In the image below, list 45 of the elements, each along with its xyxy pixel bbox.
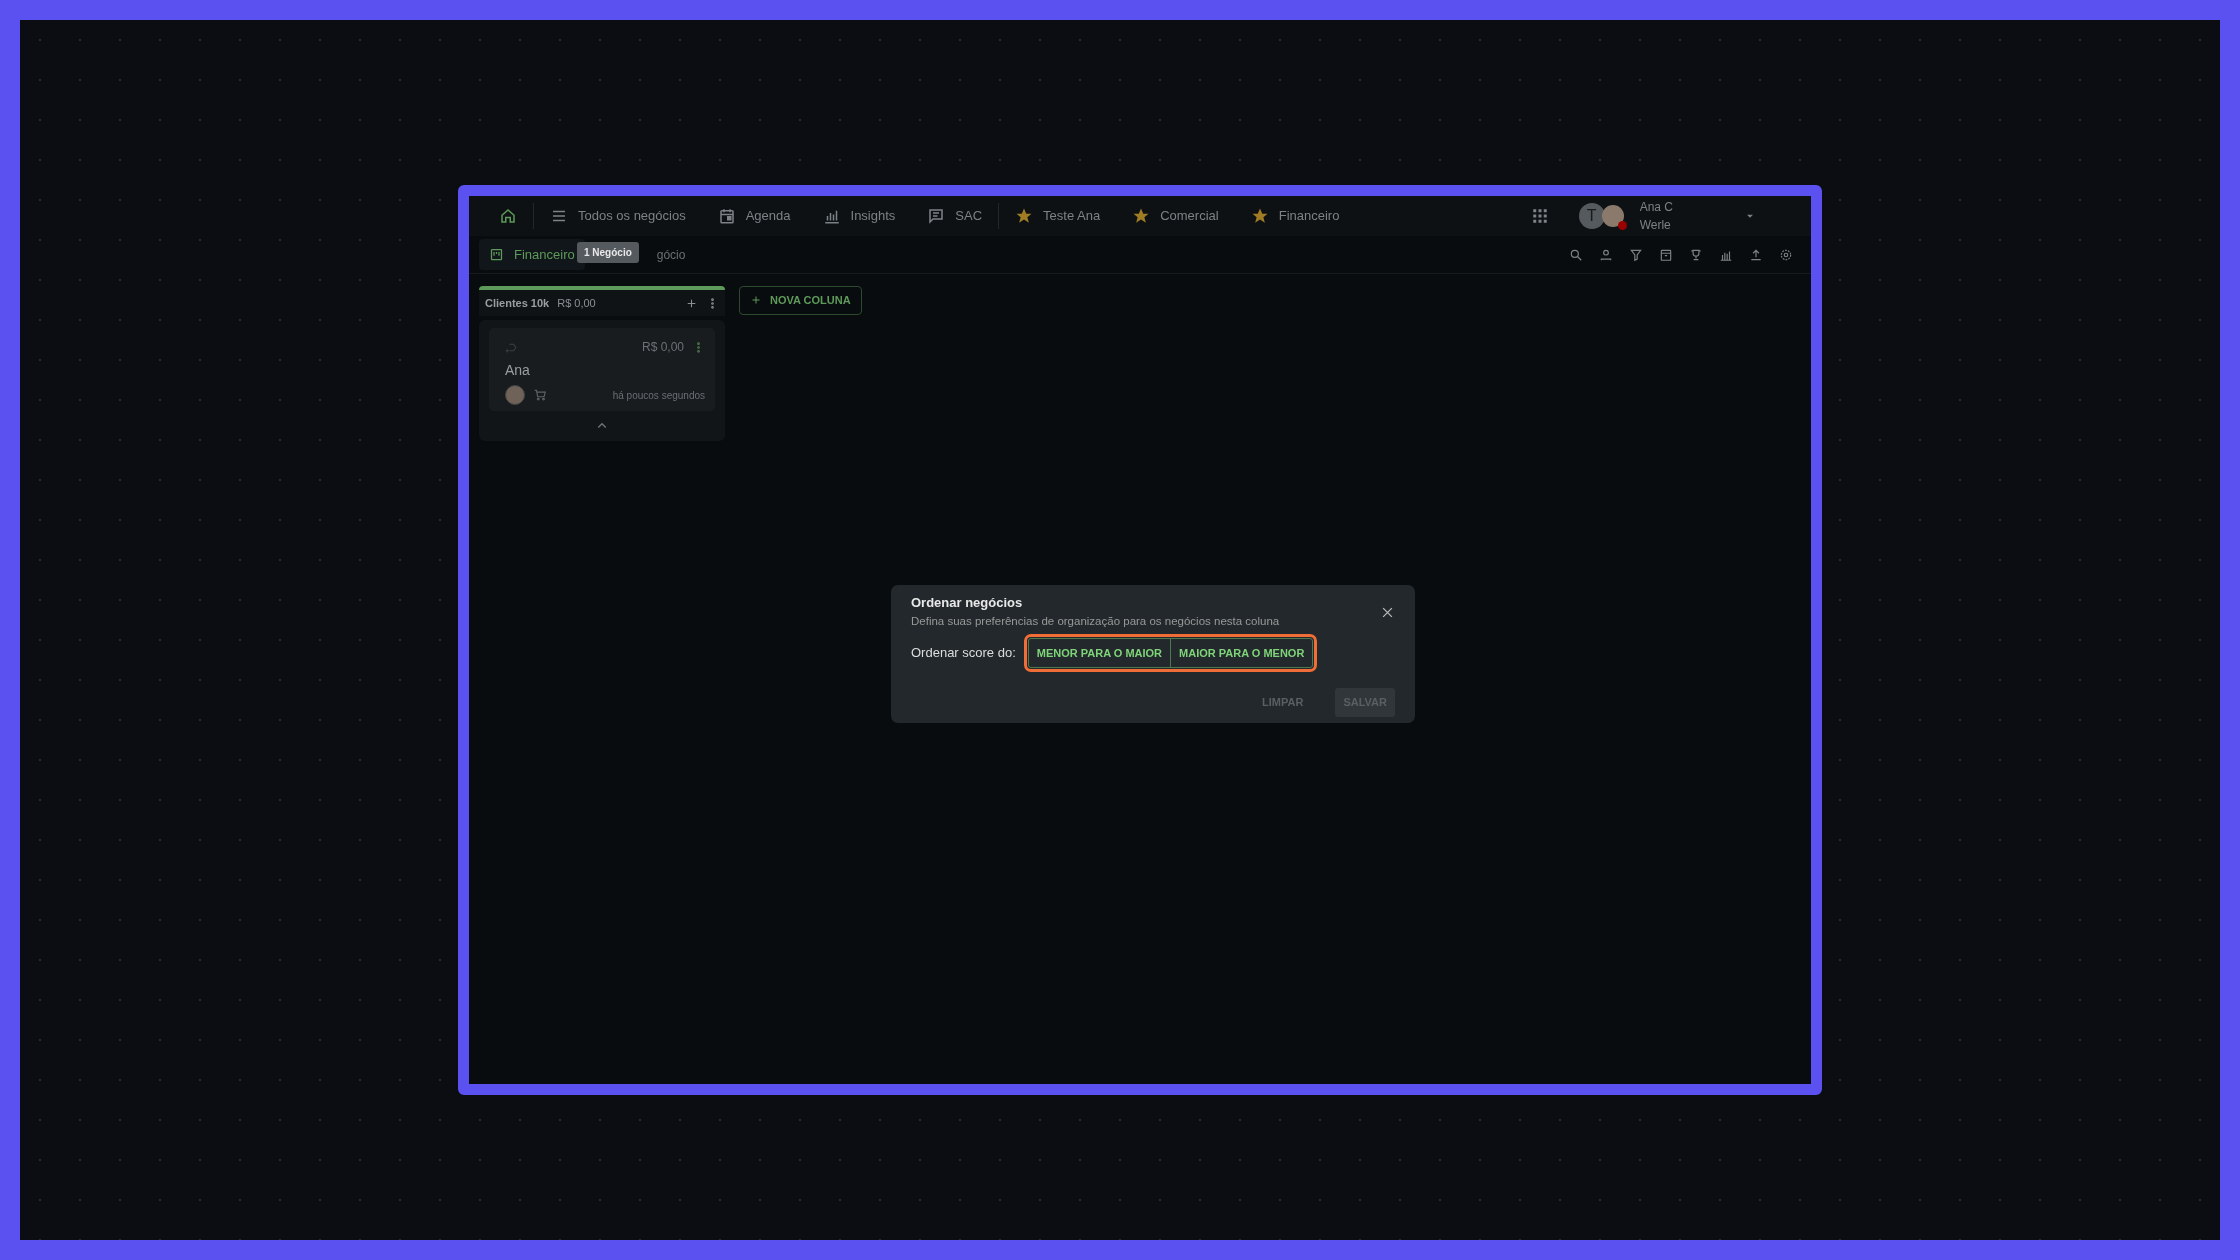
favorite-link[interactable]: Teste Ana <box>999 206 1117 226</box>
settings-icon[interactable] <box>1779 247 1793 262</box>
calendar-icon <box>717 207 736 225</box>
star-icon <box>1250 207 1269 225</box>
deal-count: gócio <box>656 246 686 264</box>
sort-option[interactable]: MENOR PARA O MAIOR <box>1028 638 1171 668</box>
deal-time: há poucos segundos <box>612 388 705 403</box>
upload-icon[interactable] <box>1749 247 1763 262</box>
user-name: Ana C <box>1639 199 1673 216</box>
user-name: Werle <box>1639 217 1672 234</box>
favorite-link[interactable]: Financeiro <box>1234 206 1356 226</box>
tooltip: 1 Negócio <box>577 242 639 263</box>
board-tab[interactable]: Financeiro <box>479 238 585 271</box>
dialog-title: Ordenar negócios <box>911 594 1024 612</box>
person-icon[interactable] <box>1599 247 1613 262</box>
nav-link[interactable]: SAC <box>911 206 999 226</box>
sort-option[interactable]: MAIOR PARA O MENOR <box>1170 638 1313 668</box>
search-icon[interactable] <box>1569 247 1583 262</box>
new-column-button[interactable]: NOVA COLUNA <box>739 286 862 315</box>
nav-link[interactable]: Agenda <box>701 206 807 226</box>
nav-link[interactable]: Insights <box>806 206 912 226</box>
column-total: R$ 0,00 <box>557 295 596 311</box>
cart-icon <box>533 388 547 402</box>
deal-card[interactable]: R$ 0,00 Ana há poucos segundos <box>489 328 715 411</box>
favorite-link[interactable]: Comercial <box>1116 206 1235 226</box>
close-icon[interactable] <box>1380 605 1395 620</box>
deal-name: Ana <box>505 361 531 380</box>
avatar-photo <box>505 385 525 405</box>
nav-link[interactable]: Todos os negócios <box>534 206 702 226</box>
trophy-icon[interactable] <box>1689 247 1703 262</box>
apps-grid-icon[interactable] <box>1530 207 1549 225</box>
chat-icon <box>927 207 946 225</box>
plus-icon <box>750 294 762 307</box>
avatar-photo[interactable] <box>1601 205 1624 227</box>
filter-icon[interactable] <box>1629 247 1643 262</box>
archive-icon[interactable] <box>1659 247 1673 262</box>
star-icon <box>1132 207 1151 225</box>
dialog-subtitle: Defina suas preferências de organização para os negócios nesta coluna <box>911 613 1281 629</box>
star-icon <box>1015 207 1034 225</box>
sort-label: Ordenar score do: <box>911 644 1016 663</box>
deal-value: R$ 0,00 <box>641 339 684 356</box>
home-icon <box>499 207 517 225</box>
board-icon <box>489 247 504 262</box>
column-title: Clientes 10k <box>485 295 550 311</box>
status-dot <box>1617 221 1627 230</box>
